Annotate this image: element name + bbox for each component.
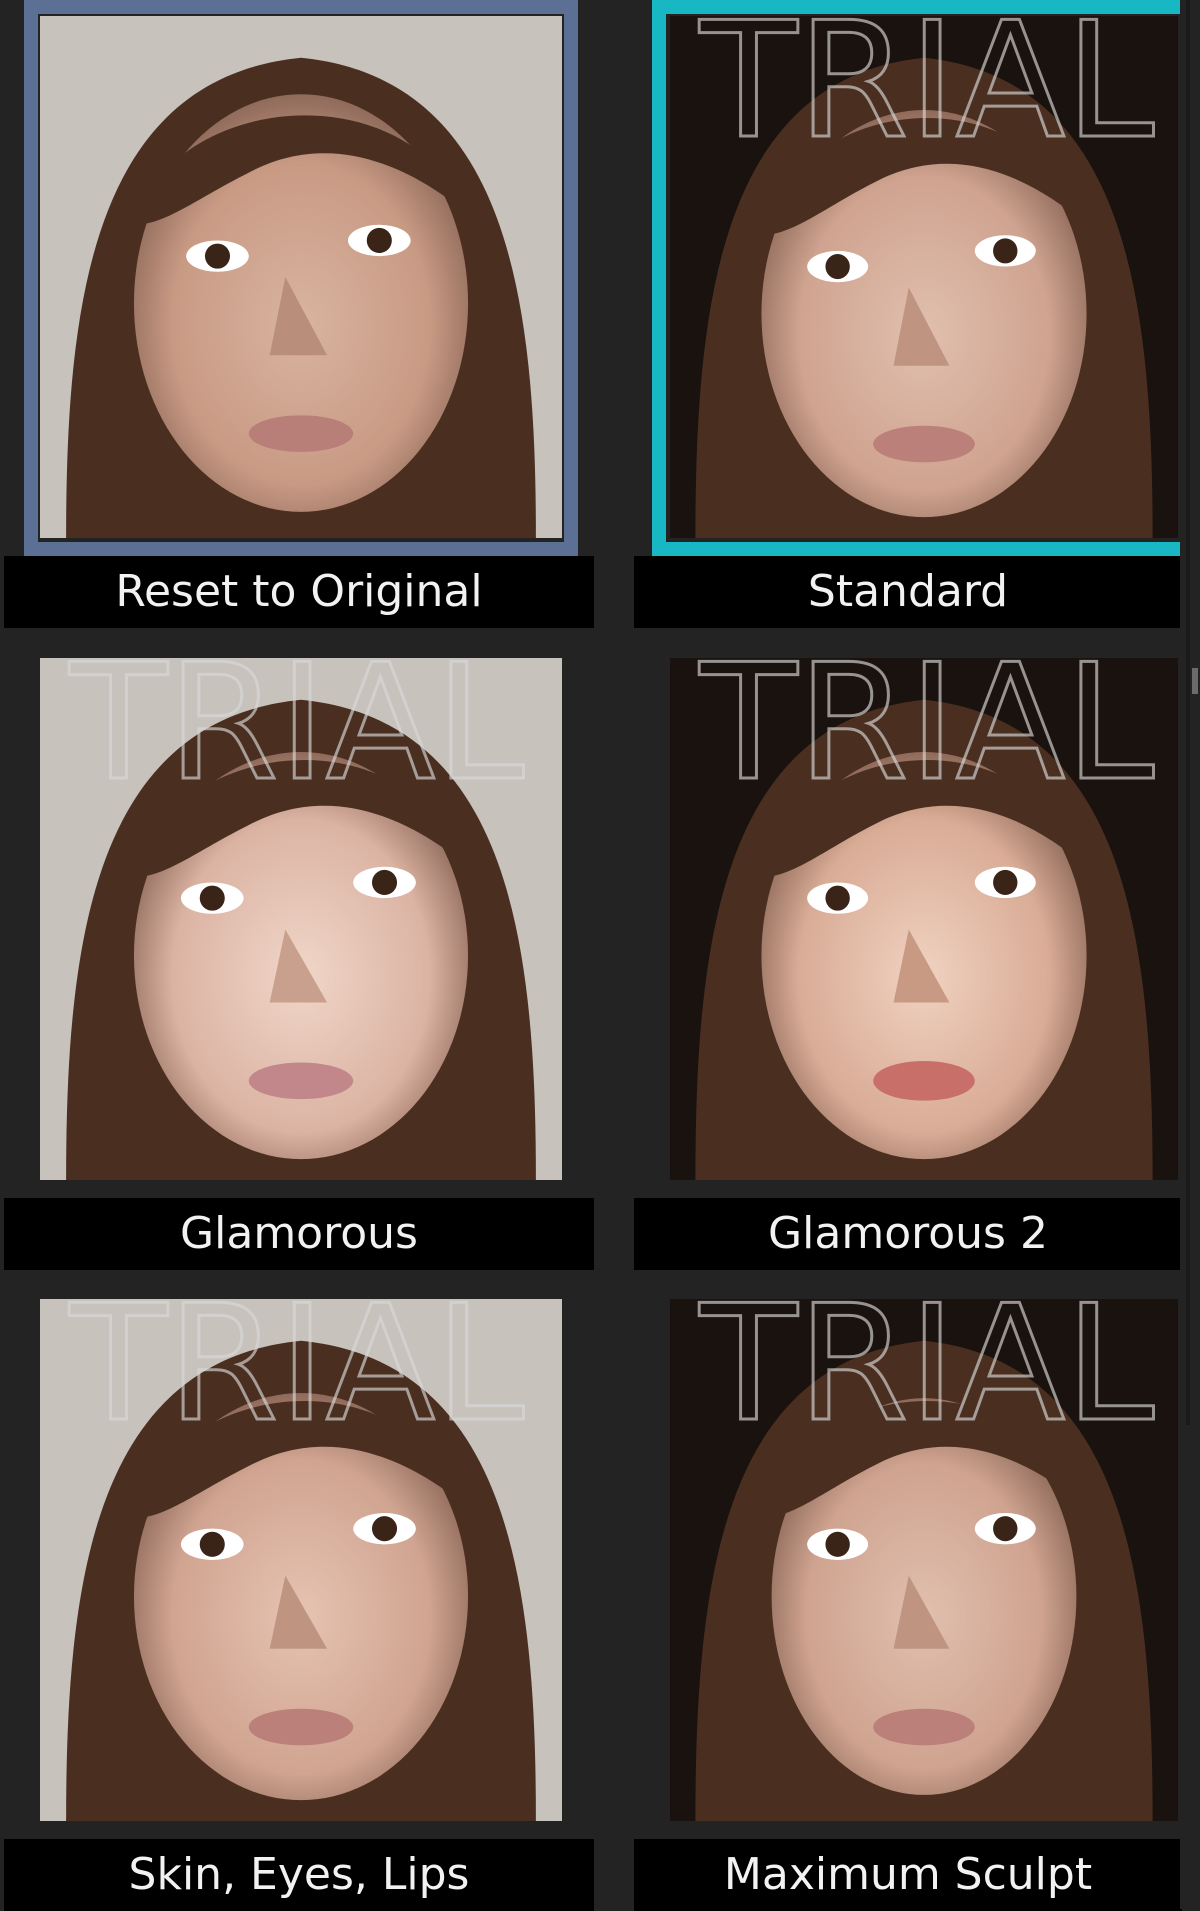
portrait-image <box>40 1299 562 1821</box>
portrait-thumbnail[interactable] <box>670 1299 1178 1821</box>
portrait-thumbnail[interactable] <box>40 658 562 1180</box>
preset-label[interactable]: Reset to Original <box>4 556 594 628</box>
preset-tile-maximum-sculpt[interactable]: TRIAL Maximum Sculpt <box>630 1283 1200 1911</box>
scrollbar-thumb[interactable] <box>1192 668 1198 694</box>
preset-label[interactable]: Glamorous 2 <box>634 1198 1182 1270</box>
portrait-thumbnail[interactable] <box>670 658 1178 1180</box>
preset-tile-reset[interactable]: Reset to Original <box>0 0 594 628</box>
portrait-thumbnail[interactable] <box>40 16 562 538</box>
scrollbar-track <box>1186 0 1190 1425</box>
portrait-image <box>40 658 562 1180</box>
preset-label[interactable]: Skin, Eyes, Lips <box>4 1839 594 1911</box>
preset-tile-skin-eyes-lips[interactable]: TRIAL Skin, Eyes, Lips <box>0 1283 594 1911</box>
preset-label[interactable]: Standard <box>634 556 1182 628</box>
preset-tile-standard[interactable]: TRIAL Standard <box>630 0 1200 628</box>
preset-tile-glamorous[interactable]: TRIAL Glamorous <box>0 642 594 1270</box>
preset-grid: Reset to Original TRIAL Standard TRIAL G… <box>0 0 1200 1911</box>
preset-label[interactable]: Maximum Sculpt <box>634 1839 1182 1911</box>
portrait-image <box>670 16 1178 538</box>
vertical-scrollbar[interactable] <box>1180 0 1200 1909</box>
portrait-thumbnail[interactable] <box>670 16 1178 538</box>
portrait-thumbnail[interactable] <box>40 1299 562 1821</box>
portrait-image <box>670 1299 1178 1821</box>
portrait-image <box>40 16 562 538</box>
preset-tile-glamorous-2[interactable]: TRIAL Glamorous 2 <box>630 642 1200 1270</box>
preset-label[interactable]: Glamorous <box>4 1198 594 1270</box>
portrait-image <box>670 658 1178 1180</box>
